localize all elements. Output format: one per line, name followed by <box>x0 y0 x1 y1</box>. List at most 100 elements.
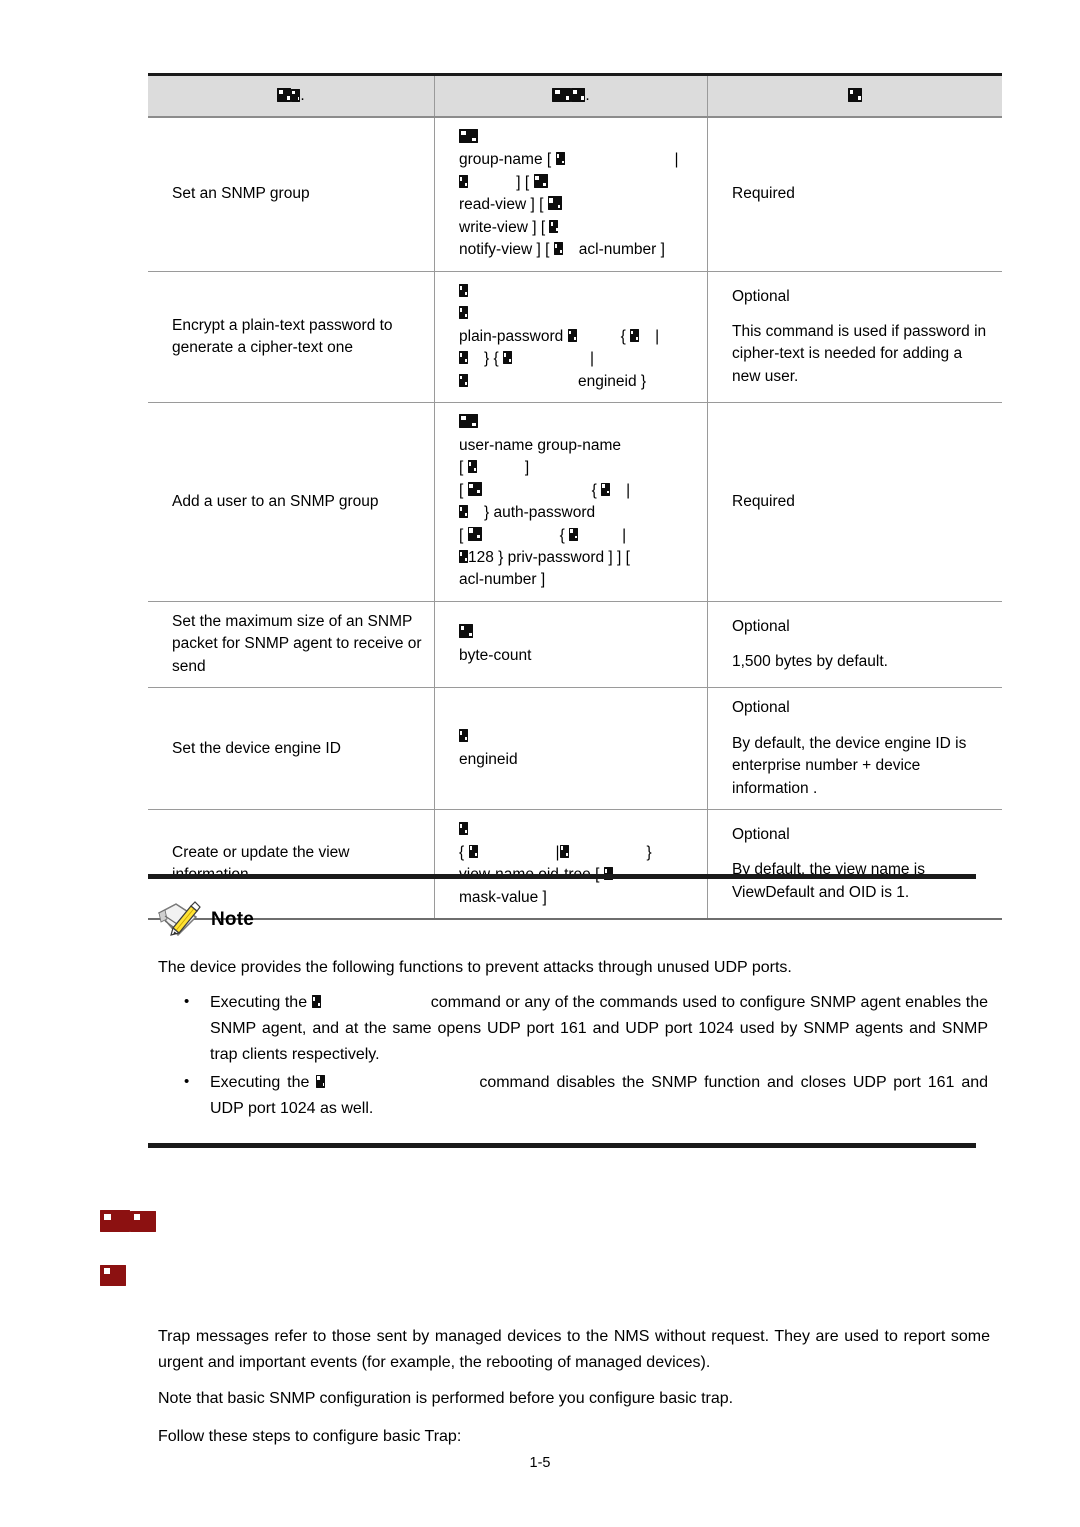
remark-line: Required <box>732 492 795 510</box>
glyph-blob <box>130 1211 156 1232</box>
remark-line: Optional <box>732 287 790 305</box>
note-pencil-icon <box>157 901 201 937</box>
cell-remarks: Optional By default, the view name is Vi… <box>707 809 1002 921</box>
paragraph-prerequisite: Note that basic SNMP configuration is pe… <box>158 1390 734 1407</box>
bullet-text-before: Executing the <box>210 993 308 1011</box>
section-heading-secondary <box>100 1265 126 1291</box>
cell-operation: Encrypt a plain-text password to generat… <box>148 271 435 404</box>
command-fragment: } { <box>484 350 499 368</box>
glyph-blob <box>311 994 321 1008</box>
command-fragment: read-view ] [ <box>459 196 548 214</box>
snmp-configuration-table: . . Set an SNMP group group-name [ | ] [… <box>148 73 1002 921</box>
paragraph-steps-intro: Follow these steps to configure basic Tr… <box>158 1428 462 1445</box>
glyph-blob <box>277 87 292 102</box>
bullet-text: Executing the command disables the SNMP … <box>210 1070 988 1122</box>
glyph-blob <box>630 328 640 342</box>
glyph-blob <box>100 1265 126 1286</box>
glyph-blob <box>567 328 577 342</box>
cell-command: byte-count <box>434 601 708 689</box>
cell-operation: Set the maximum size of an SNMP packet f… <box>148 601 435 689</box>
cell-command: { |} view-name oid-tree [ mask-value ] <box>434 809 708 921</box>
glyph-blob <box>467 526 482 541</box>
command-fragment: engineid <box>459 750 518 768</box>
command-fragment: { <box>559 526 570 544</box>
glyph-blob <box>459 729 468 743</box>
table-header-row: . . <box>148 73 1002 118</box>
glyph-blob <box>459 822 468 836</box>
note-top-divider <box>148 874 976 879</box>
remark-line: 1,500 bytes by default. <box>732 653 888 671</box>
glyph-blob <box>459 414 478 429</box>
cell-command: user-name group-name [ ] [ { | } auth-pa… <box>434 402 708 602</box>
glyph-blob <box>533 173 548 188</box>
cell-command: group-name [ | ] [ read-view ] [ write-v… <box>434 117 708 272</box>
command-fragment: } auth-password <box>484 504 596 522</box>
bullet-text-before: Executing the <box>210 1073 310 1091</box>
page-number-footer: 1-5 <box>529 1455 551 1471</box>
section-heading-primary <box>100 1210 156 1237</box>
command-fragment: } <box>646 843 652 861</box>
bullet-text: Executing the command or any of the comm… <box>210 990 988 1068</box>
cell-operation: Set an SNMP group <box>148 117 435 272</box>
remark-line: Optional <box>732 699 790 717</box>
table-row: Add a user to an SNMP group user-name gr… <box>148 402 1002 602</box>
command-fragment: engineid } <box>578 372 647 390</box>
cell-remarks: Required <box>707 402 1002 602</box>
bullet-text-after: command disables the SNMP function and c… <box>210 1073 989 1117</box>
glyph-blob <box>459 505 468 519</box>
command-fragment: { <box>620 327 626 345</box>
command-fragment: user-name group-name <box>459 436 621 454</box>
glyph-blob <box>459 624 473 639</box>
remark-line: By default, the device engine ID is ente… <box>732 734 967 797</box>
glyph-blob <box>459 549 468 563</box>
command-fragment: notify-view ] [ <box>459 241 554 259</box>
table-row: Set the maximum size of an SNMP packet f… <box>148 601 1002 689</box>
command-fragment: [ <box>459 459 468 477</box>
glyph-blob <box>547 196 562 211</box>
command-fragment: ] <box>520 459 530 477</box>
cell-remarks: Optional This command is used if passwor… <box>707 271 1002 404</box>
command-fragment: plain-password <box>459 327 564 345</box>
glyph-blob <box>559 844 569 858</box>
glyph-blob <box>291 88 301 102</box>
command-fragment: write-view ] [ <box>459 218 550 236</box>
remark-line: By default, the view name is ViewDefault… <box>732 861 925 901</box>
table-row: Set the device engine ID engineid Option… <box>148 687 1002 811</box>
table-row: Encrypt a plain-text password to generat… <box>148 271 1002 404</box>
bullet-text-after: command or any of the commands used to c… <box>210 993 989 1063</box>
glyph-blob <box>100 1210 130 1232</box>
glyph-blob <box>549 219 559 233</box>
command-fragment: | <box>555 843 560 861</box>
note-bullet-item: • Executing the command or any of the co… <box>158 990 988 1068</box>
glyph-blob <box>459 174 468 188</box>
cell-operation: Add a user to an SNMP group <box>148 402 435 602</box>
note-label: Note <box>211 909 255 930</box>
command-fragment: acl-number ] <box>459 571 546 589</box>
command-fragment: ] [ <box>512 173 534 191</box>
glyph-blob <box>848 87 862 102</box>
command-fragment: byte-count <box>459 646 532 664</box>
glyph-blob <box>555 152 565 166</box>
glyph-blob <box>459 129 478 143</box>
remark-line: Optional <box>732 617 790 635</box>
command-fragment: [ <box>459 526 468 544</box>
note-body: The device provides the following functi… <box>158 955 988 1123</box>
note-bottom-divider <box>148 1143 976 1148</box>
column-header-operation: . <box>148 73 435 118</box>
cell-command: plain-password { | } { | engineid } <box>434 271 708 404</box>
glyph-blob <box>459 351 468 365</box>
remark-line: This command is used if password in ciph… <box>732 323 987 385</box>
column-header-remarks <box>707 73 1002 118</box>
glyph-blob <box>601 482 611 496</box>
glyph-blob <box>553 242 563 256</box>
glyph-blob <box>569 527 579 541</box>
glyph-blob <box>571 87 586 102</box>
cell-command: engineid <box>434 687 708 811</box>
command-fragment: [ <box>459 481 468 499</box>
table-row: Set an SNMP group group-name [ | ] [ rea… <box>148 117 1002 272</box>
command-fragment: { <box>459 843 465 861</box>
document-page: . . Set an SNMP group group-name [ | ] [… <box>0 0 1080 1527</box>
cell-remarks: Required <box>707 117 1002 272</box>
glyph-blob <box>459 283 468 297</box>
glyph-blob <box>459 306 468 320</box>
